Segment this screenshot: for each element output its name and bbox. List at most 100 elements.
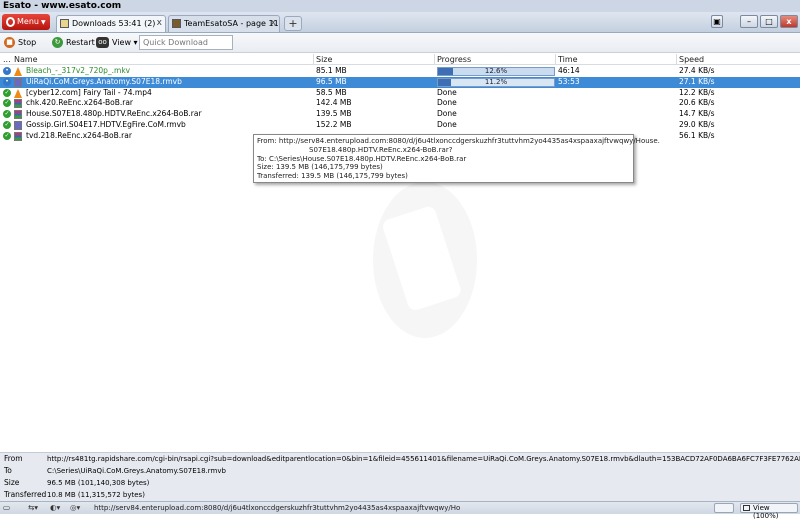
tile-icon: ▣ [713,17,721,26]
close-window-button[interactable]: x [780,15,798,28]
done-check-icon: ✓ [3,110,11,119]
column-name[interactable]: Name [14,55,38,65]
time-remaining: 46:14 [558,66,580,75]
download-speed: 12.2 KB/s [679,87,715,97]
download-row[interactable]: ✓ chk.420.ReEnc.x264-BoB.rar 142.4 MB Do… [0,98,800,109]
progress-bar: 11.2% [437,77,555,87]
progress-text: Done [437,109,457,119]
close-tab-icon[interactable]: x [271,16,276,31]
done-check-icon: ✓ [3,120,11,129]
download-row[interactable]: ✓ Gossip.Girl.S04E17.HDTV.EgFire.CoM.rmv… [0,120,800,131]
details-to-label: To [4,466,12,475]
view-zoom-button[interactable]: View (100%) [740,503,798,520]
column-options[interactable]: ... [3,55,11,65]
tab-bar: Menu ▼ Downloads 53:41 (2) x TeamEsatoSA … [0,12,800,33]
download-row[interactable]: ✓ House.S07E18.480p.HDTV.ReEnc.x264-BoB.… [0,109,800,120]
stop-icon: ■ [4,37,15,48]
unite-icon[interactable]: ◐▾ [50,503,60,513]
progress-text: Done [437,98,457,108]
new-tab-button[interactable]: + [284,16,302,31]
sync-icon[interactable]: ⇆▾ [28,503,38,513]
details-to-value[interactable]: C:\Series\UiRaQi.CoM.Greys.Anatomy.S07E1… [47,465,800,477]
tab-teamesato[interactable]: TeamEsatoSA - page 116 x [168,15,280,32]
download-speed: 29.0 KB/s [679,119,715,129]
column-divider[interactable] [434,54,435,65]
column-divider[interactable] [676,54,677,65]
chevron-down-icon: ▾ [133,38,138,47]
zoom-slider-button[interactable] [714,503,734,513]
chevron-down-icon: ▼ [40,19,46,26]
download-row-selected[interactable]: • UiRaQi.CoM.Greys.Anatomy.S07E18.rmvb 9… [0,76,800,88]
tab-label: Downloads 53:41 (2) [72,19,156,28]
restart-button[interactable]: ↻ Restart [52,36,95,50]
view-button[interactable]: oo View ▾ [96,36,138,50]
done-check-icon: ✓ [3,99,11,108]
file-name: chk.420.ReEnc.x264-BoB.rar [26,98,134,108]
download-row[interactable]: ✓ [cyber12.com] Fairy Tail - 74.mp4 58.5… [0,88,800,99]
screen-icon [743,505,750,511]
download-speed: 20.6 KB/s [679,98,715,108]
details-from-value[interactable]: http://rs481tg.rapidshare.com/cgi-bin/rs… [47,453,800,465]
tab-label: TeamEsatoSA - page 116 [184,19,280,28]
file-size: 96.5 MB [316,76,347,86]
file-name: UiRaQi.CoM.Greys.Anatomy.S07E18.rmvb [26,76,182,86]
file-size: 85.1 MB [316,66,347,75]
tab-downloads[interactable]: Downloads 53:41 (2) x [56,15,166,32]
progress-text: Done [437,119,457,129]
file-size: 142.4 MB [316,98,352,108]
done-check-icon: ✓ [3,131,11,140]
window-title: Esato - www.esato.com [0,0,800,12]
quick-download-input[interactable] [139,35,233,50]
time-remaining: 53:53 [558,76,580,86]
download-speed: 27.1 KB/s [679,76,715,86]
column-size[interactable]: Size [316,55,332,65]
downloads-toolbar: ■ Stop ↻ Restart oo View ▾ [0,33,800,53]
opera-menu-button[interactable]: Menu ▼ [2,14,50,30]
status-url: http://serv84.enterupload.com:8080/d/j6u… [94,504,460,512]
watermark-logo-icon [373,182,477,338]
file-name: [cyber12.com] Fairy Tail - 74.mp4 [26,87,152,97]
rar-icon [14,110,22,120]
download-speed: 56.1 KB/s [679,130,715,140]
file-name: tvd.218.ReEnc.x264-BoB.rar [26,130,132,140]
maximize-button[interactable]: □ [760,15,778,28]
file-name: Bleach_-_317v2_720p_.mkv [26,66,131,75]
downloads-list: • Bleach_-_317v2_720p_.mkv 85.1 MB 12.6%… [0,66,800,142]
details-transferred-label: Transferred [4,490,47,499]
panel-toggle-icon[interactable]: ▭ [3,503,15,513]
downloads-tab-icon [60,19,69,28]
details-size-label: Size [4,478,20,487]
download-tooltip: From: http://serv84.enterupload.com:8080… [253,134,660,183]
file-name: House.S07E18.480p.HDTV.ReEnc.x264-BoB.ra… [26,109,202,119]
vlc-icon [14,67,22,76]
column-time[interactable]: Time [558,55,578,65]
menu-label: Menu [17,17,39,26]
downloading-status-icon: • [3,77,11,86]
tooltip-to: To: C:\Series\House.S07E18.480p.HDTV.ReE… [257,154,467,163]
stop-button[interactable]: ■ Stop [4,36,36,50]
tooltip-from: From: http://serv84.enterupload.com:8080… [257,137,660,145]
download-speed: 14.7 KB/s [679,109,715,119]
rar-icon [14,99,22,109]
progress-text: Done [437,87,457,97]
tooltip-from-continued: S07E18.480p.HDTV.ReEnc.x264-BoB.rar? [309,145,453,154]
column-progress[interactable]: Progress [437,55,471,65]
progress-bar: 12.6% [437,67,555,76]
column-divider[interactable] [555,54,556,65]
download-details-panel: From http://rs481tg.rapidshare.com/cgi-b… [0,452,800,501]
file-name: Gossip.Girl.S04E17.HDTV.EgFire.CoM.rmvb [26,119,186,129]
details-from-label: From [4,454,23,463]
view-binoculars-icon: oo [96,37,109,48]
vlc-icon [14,88,22,98]
download-row[interactable]: • Bleach_-_317v2_720p_.mkv 85.1 MB 12.6%… [0,66,800,77]
turbo-icon[interactable]: ◎▾ [70,503,80,513]
tile-windows-button[interactable]: ▣ [711,15,723,28]
done-check-icon: ✓ [3,88,11,97]
details-transferred-value: 10.8 MB (11,315,572 bytes) [47,491,145,499]
column-divider[interactable] [313,54,314,65]
view-zoom-label: View (100%) [753,504,779,520]
close-tab-icon[interactable]: x [157,16,162,31]
progress-text: 11.2% [484,77,508,86]
minimize-button[interactable]: – [740,15,758,28]
column-speed[interactable]: Speed [679,55,704,65]
